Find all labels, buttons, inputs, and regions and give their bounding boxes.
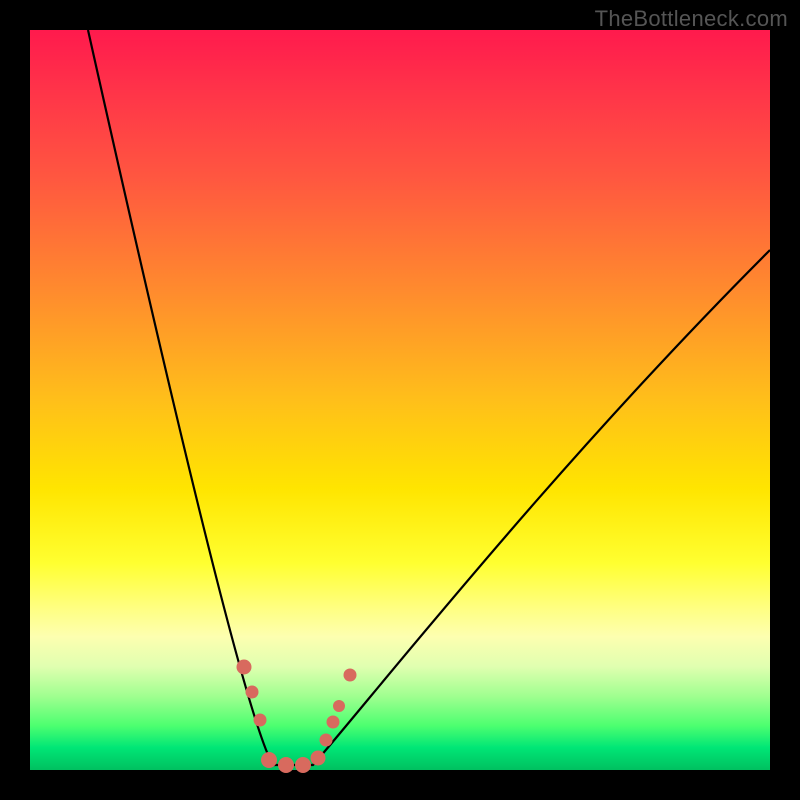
data-marker: [278, 757, 294, 773]
data-marker: [327, 716, 340, 729]
bottleneck-curve: [88, 30, 770, 765]
data-marker: [333, 700, 345, 712]
data-marker: [261, 752, 277, 768]
data-marker: [254, 714, 267, 727]
data-marker: [295, 757, 311, 773]
data-marker: [320, 734, 333, 747]
data-marker: [311, 751, 326, 766]
watermark-text: TheBottleneck.com: [595, 6, 788, 32]
chart-frame: TheBottleneck.com: [0, 0, 800, 800]
data-marker: [344, 669, 357, 682]
data-marker: [246, 686, 259, 699]
data-marker: [237, 660, 252, 675]
plot-area: [30, 30, 770, 770]
curve-layer: [30, 30, 770, 770]
